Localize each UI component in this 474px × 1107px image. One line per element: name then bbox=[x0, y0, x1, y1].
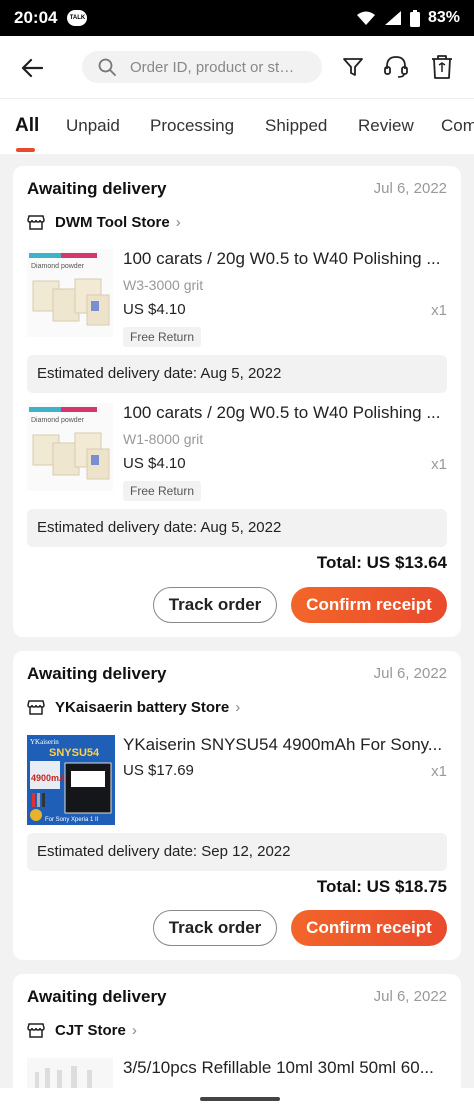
customer-service-button[interactable] bbox=[382, 53, 410, 81]
signal-icon bbox=[384, 10, 402, 26]
confirm-receipt-button[interactable]: Confirm receipt bbox=[291, 587, 447, 623]
store-link[interactable]: DWM Tool Store › bbox=[27, 213, 181, 231]
product-price: US $4.10 bbox=[123, 455, 186, 472]
tab-unpaid[interactable]: Unpaid bbox=[66, 116, 120, 136]
product-image-label: SNYSU54 bbox=[49, 747, 100, 759]
status-time: 20:04 bbox=[14, 8, 58, 27]
store-name: YKaisaerin battery Store bbox=[55, 698, 230, 716]
order-card[interactable]: Awaiting delivery Jul 6, 2022 YKaisaerin… bbox=[13, 651, 461, 960]
product-title[interactable]: 3/5/10pcs Refillable 10ml 30ml 50ml 60..… bbox=[123, 1058, 448, 1078]
store-icon bbox=[27, 213, 45, 231]
product-variant: W3-3000 grit bbox=[123, 277, 204, 293]
tab-review[interactable]: Review bbox=[358, 116, 414, 136]
order-date: Jul 6, 2022 bbox=[373, 988, 447, 1005]
home-gesture-handle[interactable] bbox=[200, 1097, 280, 1101]
product-title[interactable]: 100 carats / 20g W0.5 to W40 Polishing .… bbox=[123, 249, 448, 269]
headset-icon bbox=[384, 56, 408, 78]
order-status: Awaiting delivery bbox=[27, 179, 167, 198]
store-link[interactable]: YKaisaerin battery Store › bbox=[27, 698, 240, 716]
product-image[interactable]: Diamond powder bbox=[27, 403, 113, 491]
product-image-brand: YKaiserin bbox=[30, 738, 59, 746]
store-link[interactable]: CJT Store › bbox=[27, 1021, 137, 1039]
order-card[interactable]: Awaiting delivery Jul 6, 2022 DWM Tool S… bbox=[13, 166, 461, 637]
product-price: US $17.69 bbox=[123, 762, 194, 779]
filter-button[interactable] bbox=[339, 53, 367, 81]
chevron-right-icon: › bbox=[235, 698, 241, 716]
order-total: Total: US $18.75 bbox=[316, 877, 447, 896]
estimated-delivery: Estimated delivery date: Aug 5, 2022 bbox=[27, 355, 447, 393]
active-tab-indicator bbox=[16, 148, 35, 152]
product-image-caption: For Sony Xperia 1 II bbox=[45, 817, 99, 823]
arrow-left-icon bbox=[21, 58, 43, 78]
tab-shipped[interactable]: Shipped bbox=[265, 116, 327, 136]
estimated-delivery: Estimated delivery date: Aug 5, 2022 bbox=[27, 509, 447, 547]
store-icon bbox=[27, 698, 45, 716]
order-status: Awaiting delivery bbox=[27, 987, 167, 1006]
search-icon bbox=[98, 58, 116, 76]
talk-icon: TALK bbox=[67, 10, 88, 26]
recycle-bin-button[interactable] bbox=[428, 53, 456, 81]
free-return-badge: Free Return bbox=[123, 481, 202, 501]
filter-icon bbox=[343, 58, 363, 76]
store-name: CJT Store bbox=[55, 1021, 126, 1039]
product-image[interactable]: YKaiserin SNYSU54 4900mAh For Sony Xperi… bbox=[27, 735, 115, 825]
tab-all[interactable]: All bbox=[15, 115, 39, 137]
search-input[interactable]: Order ID, product or stor... bbox=[82, 51, 322, 83]
order-date: Jul 6, 2022 bbox=[373, 180, 447, 197]
product-quantity: x1 bbox=[431, 763, 447, 780]
product-price: US $4.10 bbox=[123, 301, 186, 318]
free-return-badge: Free Return bbox=[123, 327, 202, 347]
order-tabs: All Unpaid Processing Shipped Review Com bbox=[0, 98, 474, 154]
estimated-delivery: Estimated delivery date: Sep 12, 2022 bbox=[27, 833, 447, 871]
battery-percent: 83% bbox=[427, 9, 460, 26]
product-image[interactable] bbox=[27, 1058, 113, 1088]
product-quantity: x1 bbox=[431, 456, 447, 473]
search-placeholder: Order ID, product or stor... bbox=[130, 58, 300, 76]
chevron-right-icon: › bbox=[175, 213, 181, 231]
product-title[interactable]: YKaiserin SNYSU54 4900mAh For Sony... bbox=[123, 735, 448, 755]
product-image[interactable]: Diamond powder bbox=[27, 249, 113, 337]
tab-completed[interactable]: Com bbox=[441, 116, 474, 136]
confirm-receipt-button[interactable]: Confirm receipt bbox=[291, 910, 447, 946]
order-status: Awaiting delivery bbox=[27, 664, 167, 683]
product-quantity: x1 bbox=[431, 302, 447, 319]
track-order-button[interactable]: Track order bbox=[153, 910, 277, 946]
wifi-icon bbox=[356, 10, 376, 26]
store-name: DWM Tool Store bbox=[55, 213, 170, 231]
product-variant: W1-8000 grit bbox=[123, 431, 204, 447]
battery-icon bbox=[409, 9, 420, 27]
store-icon bbox=[27, 1021, 45, 1039]
product-title[interactable]: 100 carats / 20g W0.5 to W40 Polishing .… bbox=[123, 403, 448, 423]
tab-processing[interactable]: Processing bbox=[150, 116, 234, 136]
status-bar: 20:04 TALK 83% bbox=[0, 0, 474, 36]
order-total: Total: US $13.64 bbox=[316, 553, 447, 572]
product-image-label: Diamond powder bbox=[31, 417, 85, 424]
order-date: Jul 6, 2022 bbox=[373, 665, 447, 682]
trash-icon bbox=[432, 55, 452, 79]
track-order-button[interactable]: Track order bbox=[153, 587, 277, 623]
chevron-right-icon: › bbox=[131, 1021, 137, 1039]
app-header: Order ID, product or stor... bbox=[0, 36, 474, 98]
product-image-label: Diamond powder bbox=[31, 263, 85, 270]
back-button[interactable] bbox=[18, 54, 46, 82]
